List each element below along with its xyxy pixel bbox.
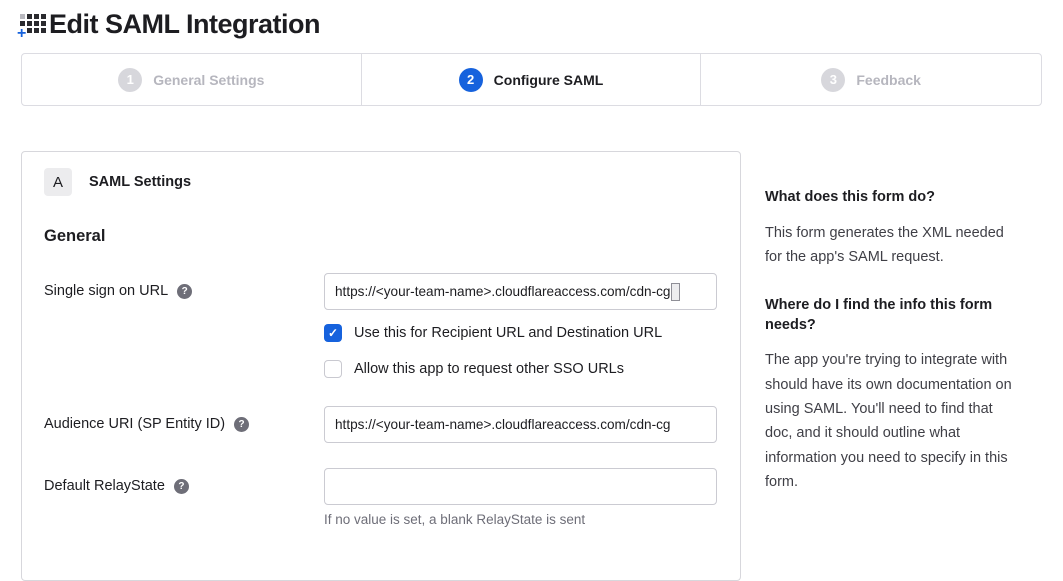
field-row-relay-state: Default RelayState ? If no value is set,… — [44, 468, 740, 527]
other-sso-checkbox[interactable] — [324, 360, 342, 378]
relay-state-hint: If no value is set, a blank RelayState i… — [324, 512, 717, 527]
text-cursor — [671, 283, 680, 301]
step-configure-saml[interactable]: 2 Configure SAML — [362, 54, 702, 105]
recipient-checkbox-label: Use this for Recipient URL and Destinati… — [354, 325, 662, 341]
page-title: Edit SAML Integration — [49, 9, 320, 40]
step-3-circle: 3 — [821, 68, 845, 92]
relay-state-label: Default RelayState — [44, 478, 165, 494]
audience-uri-input[interactable]: https://<your-team-name>.cloudflareacces… — [324, 406, 717, 443]
help-question-2: Where do I find the info this form needs… — [765, 296, 1017, 335]
sso-url-value: https://<your-team-name>.cloudflareacces… — [335, 284, 670, 299]
audience-label-group: Audience URI (SP Entity ID) ? — [44, 406, 324, 443]
other-sso-checkbox-label: Allow this app to request other SSO URLs — [354, 361, 624, 377]
page-header: + Edit SAML Integration — [0, 0, 1063, 40]
wizard-stepper: 1 General Settings 2 Configure SAML 3 Fe… — [21, 53, 1042, 106]
step-1-circle: 1 — [118, 68, 142, 92]
relay-controls: If no value is set, a blank RelayState i… — [324, 468, 717, 527]
audience-controls: https://<your-team-name>.cloudflareacces… — [324, 406, 717, 443]
relay-label-group: Default RelayState ? — [44, 468, 324, 527]
step-feedback[interactable]: 3 Feedback — [701, 54, 1041, 105]
sso-label: Single sign on URL — [44, 283, 168, 299]
panel-header: A SAML Settings — [44, 168, 740, 196]
saml-settings-panel: A SAML Settings General Single sign on U… — [21, 151, 741, 581]
sso-label-group: Single sign on URL ? — [44, 273, 324, 378]
step-1-label: General Settings — [153, 72, 264, 88]
content-area: A SAML Settings General Single sign on U… — [21, 151, 1063, 581]
audience-help-icon[interactable]: ? — [234, 417, 249, 432]
help-sidebar: What does this form do? This form genera… — [765, 151, 1017, 522]
relay-state-input[interactable] — [324, 468, 717, 505]
sso-controls: https://<your-team-name>.cloudflareacces… — [324, 273, 717, 378]
group-title-general: General — [44, 227, 740, 246]
help-answer-2: The app you're trying to integrate with … — [765, 348, 1017, 494]
step-3-label: Feedback — [856, 72, 921, 88]
help-question-1: What does this form do? — [765, 188, 1017, 208]
field-row-sso: Single sign on URL ? https://<your-team-… — [44, 273, 740, 378]
field-row-audience: Audience URI (SP Entity ID) ? https://<y… — [44, 406, 740, 443]
recipient-checkbox-row: ✓ Use this for Recipient URL and Destina… — [324, 324, 717, 342]
audience-uri-value: https://<your-team-name>.cloudflareacces… — [335, 417, 670, 432]
step-2-circle: 2 — [459, 68, 483, 92]
step-2-label: Configure SAML — [494, 72, 604, 88]
audience-label: Audience URI (SP Entity ID) — [44, 416, 225, 432]
step-general-settings[interactable]: 1 General Settings — [22, 54, 362, 105]
app-grid-plus-icon: + — [18, 9, 46, 39]
other-sso-checkbox-row: Allow this app to request other SSO URLs — [324, 360, 717, 378]
section-badge: A — [44, 168, 72, 196]
help-answer-1: This form generates the XML needed for t… — [765, 221, 1017, 270]
plus-glyph: + — [17, 27, 26, 41]
sso-url-input[interactable]: https://<your-team-name>.cloudflareacces… — [324, 273, 717, 310]
relay-help-icon[interactable]: ? — [174, 479, 189, 494]
sso-help-icon[interactable]: ? — [177, 284, 192, 299]
recipient-checkbox[interactable]: ✓ — [324, 324, 342, 342]
section-title: SAML Settings — [89, 174, 191, 190]
